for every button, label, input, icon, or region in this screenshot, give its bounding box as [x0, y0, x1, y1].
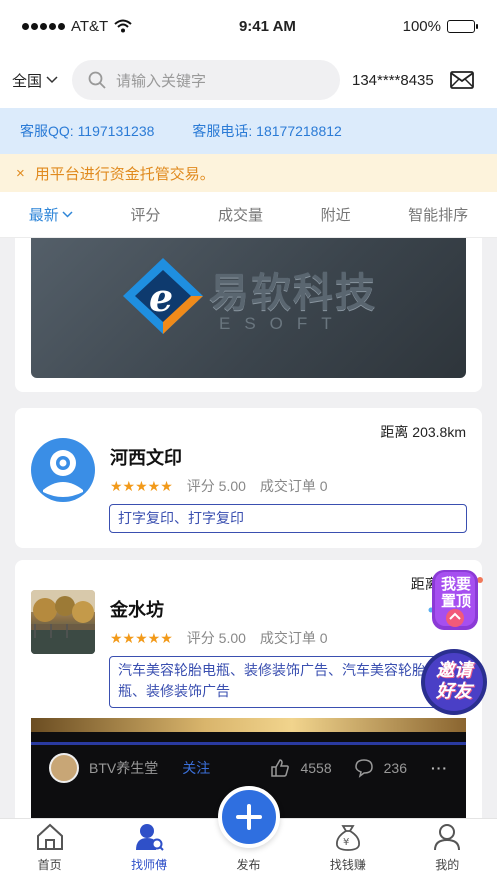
- status-bar: AT&T 9:41 AM 100%: [0, 0, 497, 52]
- tab-label: 找钱赚: [329, 858, 366, 872]
- sort-tab-label: 智能排序: [408, 207, 469, 224]
- customer-service-bar: 客服QQ: 1197131238 客服电话: 18177218812: [0, 108, 497, 154]
- plus-icon: [236, 804, 262, 830]
- comment-icon[interactable]: [354, 758, 374, 778]
- sort-tab-smart[interactable]: 智能排序: [408, 204, 468, 225]
- money-bag-icon: ¥: [335, 825, 360, 851]
- shop-name: 金水坊: [110, 600, 164, 620]
- service-qq-value: 1197131238: [77, 123, 155, 139]
- battery-icon: [446, 19, 478, 33]
- pin-top-line1: 我要: [440, 576, 471, 593]
- invite-line2: 好友: [436, 681, 472, 701]
- pin-top-label: 我要 置顶: [436, 576, 476, 610]
- search-icon: [88, 71, 106, 89]
- sort-tab-label: 评分: [130, 207, 161, 224]
- user-phone: 134****8435: [352, 71, 434, 89]
- banner-card[interactable]: e 易软科技 ESOFT: [15, 238, 482, 392]
- carrier-info: AT&T: [22, 18, 132, 35]
- service-tel-label: 客服电话:: [192, 123, 253, 139]
- battery-percent: 100%: [402, 17, 441, 35]
- pin-top-line2: 置顶: [440, 593, 471, 610]
- search-input[interactable]: 请输入关键字: [72, 60, 340, 100]
- shop-rating-row: ★★★★★ 评分 5.00 成交订单 0: [110, 476, 328, 496]
- shop-score: 评分 5.00: [186, 630, 246, 646]
- sort-tab-label: 最新: [28, 207, 59, 224]
- home-icon: [36, 823, 63, 850]
- shop-card[interactable]: 距离 203 金水坊 ★★★★★ 评分 5.00 成交订单 0 汽车美容轮胎电瓶…: [15, 560, 482, 818]
- sort-tab-label: 成交量: [217, 207, 263, 224]
- tab-profile[interactable]: 我的: [412, 822, 482, 873]
- video-info-bar: BTV养生堂 关注 4558 236 ···: [31, 742, 466, 790]
- sort-tab-volume[interactable]: 成交量: [218, 204, 263, 225]
- invite-line1: 邀请: [436, 660, 472, 680]
- carrier-name: AT&T: [71, 17, 109, 35]
- search-placeholder: 请输入关键字: [116, 72, 207, 90]
- service-tel[interactable]: 客服电话: 18177218812: [192, 121, 341, 141]
- svg-text:e: e: [149, 275, 173, 320]
- shop-photo: [31, 590, 95, 654]
- esoft-logo-icon: e: [123, 258, 203, 334]
- tab-label: 找师傅: [131, 858, 168, 872]
- video-stats: 4558 236 ···: [270, 758, 448, 778]
- sort-tab-latest[interactable]: 最新: [29, 204, 73, 225]
- shop-photo-image: [31, 590, 95, 654]
- tab-earn-money[interactable]: ¥ 找钱赚: [313, 822, 383, 873]
- shop-tags: 汽车美容轮胎电瓶、装修装饰广告、汽车美容轮胎电瓶、装修装饰广告: [109, 656, 467, 708]
- chevron-down-icon: [46, 76, 58, 84]
- thumbs-up-icon[interactable]: [270, 758, 290, 778]
- publish-button[interactable]: [218, 786, 280, 848]
- service-qq-label: 客服QQ:: [20, 123, 74, 139]
- region-selector[interactable]: 全国: [12, 70, 72, 91]
- service-qq[interactable]: 客服QQ: 1197131238: [20, 121, 154, 141]
- wifi-icon: [114, 19, 132, 33]
- chevron-down-icon: [62, 211, 73, 218]
- comment-count: 236: [383, 759, 407, 776]
- find-master-icon: [136, 824, 164, 851]
- tab-home[interactable]: 首页: [15, 822, 85, 873]
- shop-rating-row: ★★★★★ 评分 5.00 成交订单 0: [110, 628, 328, 648]
- region-label: 全国: [12, 72, 43, 90]
- shop-score: 评分 5.00: [186, 478, 246, 494]
- status-time: 9:41 AM: [238, 17, 296, 35]
- shop-tags: 打字复印、打字复印: [109, 504, 467, 533]
- channel-name[interactable]: BTV养生堂: [89, 758, 158, 778]
- shop-card[interactable]: 距离 203.8km 河西文印 ★★★★★ 评分 5.00 成交订单 0 打字复…: [15, 408, 482, 548]
- star-rating-icon: ★★★★★: [110, 477, 173, 494]
- pin-to-top-button[interactable]: 我要 置顶: [428, 566, 484, 636]
- sort-tab-nearby[interactable]: 附近: [321, 204, 351, 225]
- search-header: 全国 请输入关键字 134****8435: [0, 52, 497, 108]
- signal-icon: [22, 22, 65, 30]
- tab-label: 发布: [236, 858, 261, 872]
- more-icon[interactable]: ···: [431, 760, 448, 776]
- svg-text:¥: ¥: [343, 837, 349, 848]
- sort-tab-label: 附近: [320, 207, 351, 224]
- notice-bar: × 用平台进行资金托管交易。: [0, 154, 497, 192]
- shop-orders: 成交订单 0: [259, 630, 328, 646]
- tab-find-master[interactable]: 找师傅: [114, 822, 184, 873]
- channel-avatar[interactable]: [49, 752, 79, 783]
- tab-label: 首页: [37, 858, 62, 872]
- shop-name: 河西文印: [110, 448, 182, 468]
- sort-tab-rating[interactable]: 评分: [130, 204, 160, 225]
- shop-orders: 成交订单 0: [259, 478, 328, 494]
- profile-icon: [434, 824, 461, 851]
- tab-label: 我的: [435, 858, 460, 872]
- banner-title: 易软科技: [209, 271, 377, 315]
- star-rating-icon: ★★★★★: [110, 629, 173, 646]
- shop-list[interactable]: e 易软科技 ESOFT 距离 203.8km 河西文印 ★★★★★ 评分 5.…: [0, 238, 497, 818]
- mail-icon[interactable]: [449, 71, 474, 89]
- shop-distance: 距离 203.8km: [380, 424, 466, 440]
- follow-button[interactable]: 关注: [182, 758, 210, 778]
- service-tel-value: 18177218812: [256, 123, 342, 139]
- invite-label: 邀请 好友: [426, 660, 482, 702]
- like-count: 4558: [300, 759, 332, 776]
- default-avatar-icon: [31, 438, 95, 502]
- company-banner[interactable]: e 易软科技 ESOFT: [31, 238, 466, 378]
- notice-text: 用平台进行资金托管交易。: [34, 165, 215, 183]
- invite-friends-button[interactable]: 邀请 好友: [420, 648, 488, 716]
- banner-subtitle: ESOFT: [219, 314, 346, 333]
- sort-tabs: 最新 评分 成交量 附近 智能排序: [0, 192, 497, 238]
- notice-close-button[interactable]: ×: [16, 165, 25, 182]
- battery-info: 100%: [402, 17, 478, 35]
